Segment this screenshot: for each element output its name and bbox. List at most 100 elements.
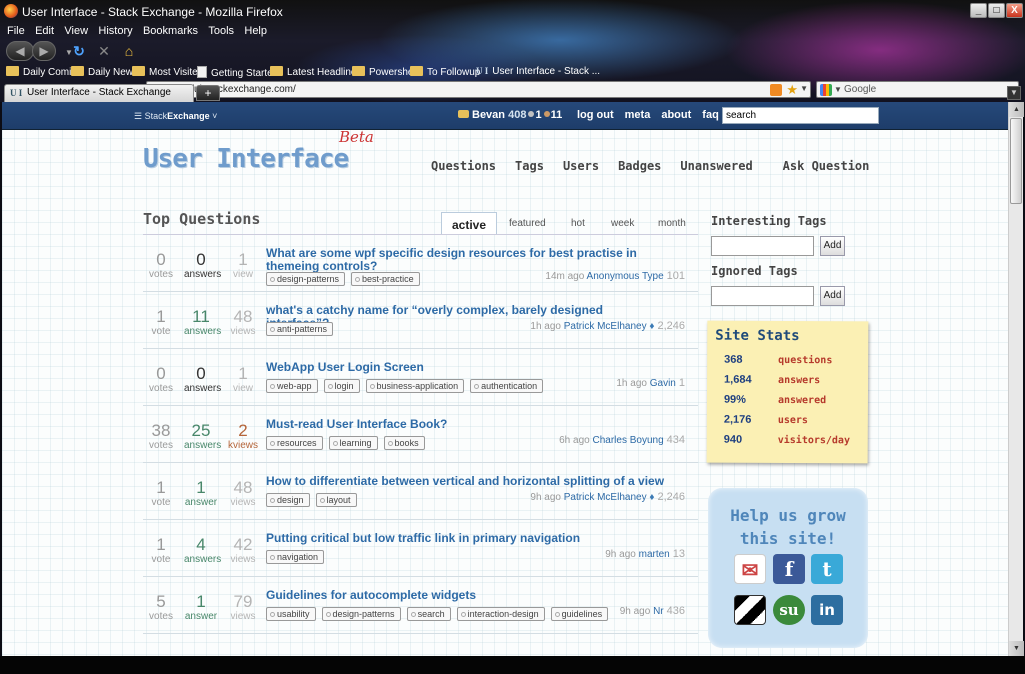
question-user[interactable]: Patrick McElhaney (564, 321, 647, 332)
tag[interactable]: navigation (266, 550, 325, 564)
home-icon[interactable]: ⌂ (120, 42, 138, 60)
stat-questions-link[interactable]: questions (778, 355, 832, 366)
back-button[interactable]: ◀ (6, 41, 34, 61)
tab-list-button[interactable]: ▼ (1007, 86, 1021, 100)
tab-user-interface[interactable]: U I User Interface - Stack Exchange (4, 84, 194, 102)
tab-hot[interactable]: hot (571, 212, 585, 234)
menu-help[interactable]: Help (244, 25, 267, 37)
menu-history[interactable]: History (98, 25, 132, 37)
tag[interactable]: usability (266, 607, 316, 621)
nav-tags[interactable]: Tags (515, 159, 544, 173)
tag[interactable]: design-patterns (266, 272, 346, 286)
bookmark-item[interactable]: U I User Interface - Stack ... (476, 66, 600, 77)
minimize-button[interactable]: _ (970, 3, 987, 18)
chevron-down-icon: ˅ (212, 111, 218, 121)
nav-badges[interactable]: Badges (618, 159, 661, 173)
question-title[interactable]: How to differentiate between vertical an… (266, 475, 666, 488)
scroll-thumb[interactable] (1010, 118, 1022, 204)
site-logo[interactable]: User Interface (143, 144, 349, 174)
stat-answers-link[interactable]: answers (778, 375, 820, 386)
page-content: ☰ StackExchange ˅ Bevan 408 1 11 log out me… (2, 102, 1008, 656)
question-user[interactable]: Patrick McElhaney (564, 492, 647, 503)
reload-icon[interactable]: ↻ (70, 42, 88, 60)
moderator-diamond-icon: ♦ (649, 321, 655, 332)
linkedin-icon[interactable]: in (811, 595, 843, 625)
tag[interactable]: login (323, 379, 360, 393)
scroll-down-icon[interactable]: ▼ (1009, 641, 1024, 656)
nav-users[interactable]: Users (563, 159, 599, 173)
nav-unanswered[interactable]: Unanswered (680, 159, 752, 173)
bookmark-item[interactable]: Latest Headlines (270, 66, 362, 78)
tag[interactable]: anti-patterns (266, 322, 334, 336)
tab-month[interactable]: month (658, 212, 686, 234)
question-user[interactable]: Anonymous Type (587, 271, 664, 282)
bookmark-item[interactable]: To Followup (410, 66, 480, 78)
logout-link[interactable]: log out (577, 109, 614, 121)
tag[interactable]: books (383, 436, 425, 450)
question-user[interactable]: marten (639, 549, 670, 560)
tag[interactable]: business-application (365, 379, 465, 393)
question-user[interactable]: Nr (653, 606, 664, 617)
ask-question-link[interactable]: Ask Question (783, 159, 870, 173)
question-title[interactable]: Putting critical but low traffic link in… (266, 532, 666, 545)
stat-visitors-link[interactable]: visitors/day (778, 435, 850, 446)
stackexchange-menu[interactable]: ☰ StackExchange ˅ (134, 111, 217, 122)
bookmark-item[interactable]: Getting Started (197, 66, 278, 79)
about-link[interactable]: about (661, 109, 691, 121)
inbox-icon[interactable] (458, 110, 469, 118)
twitter-icon[interactable]: t (811, 554, 843, 584)
question-title[interactable]: Must-read User Interface Book? (266, 418, 666, 431)
bookmark-item[interactable]: Daily News (71, 66, 138, 78)
question-user[interactable]: Charles Boyung (592, 435, 663, 446)
close-window-button[interactable]: X (1006, 3, 1023, 18)
question-tags: resources learning books (266, 435, 431, 450)
tab-active[interactable]: active (441, 212, 498, 235)
question-title[interactable]: Guidelines for autocomplete widgets (266, 589, 666, 602)
delicious-icon[interactable] (734, 595, 766, 625)
nav-questions[interactable]: Questions (431, 159, 496, 173)
menu-bookmarks[interactable]: Bookmarks (143, 25, 198, 37)
tag[interactable]: guidelines (550, 607, 609, 621)
tag[interactable]: layout (315, 493, 357, 507)
stop-icon[interactable]: ✕ (95, 42, 113, 60)
menu-view[interactable]: View (64, 25, 88, 37)
tag[interactable]: best-practice (351, 272, 420, 286)
tag[interactable]: resources (266, 436, 323, 450)
tag[interactable]: search (406, 607, 451, 621)
stat-users-link[interactable]: users (778, 415, 808, 426)
meta-link[interactable]: meta (625, 109, 651, 121)
menu-tools[interactable]: Tools (208, 25, 234, 37)
tag[interactable]: interaction-design (456, 607, 545, 621)
question-user[interactable]: Gavin (650, 378, 676, 389)
tag[interactable]: authentication (470, 379, 544, 393)
bookmark-item[interactable]: Powershell (352, 66, 418, 78)
tab-week[interactable]: week (611, 212, 634, 234)
facebook-icon[interactable]: f (773, 554, 805, 584)
tag[interactable]: design-patterns (321, 607, 401, 621)
tag[interactable]: design (266, 493, 310, 507)
stat-answered-link[interactable]: answered (778, 395, 826, 406)
forward-button[interactable]: ▶ (32, 41, 56, 61)
vertical-scrollbar[interactable]: ▲ ▼ (1008, 102, 1024, 656)
question-title[interactable]: WebApp User Login Screen (266, 361, 666, 374)
view-count: 1 view (232, 250, 253, 280)
menu-file[interactable]: File (7, 25, 25, 37)
bookmark-item[interactable]: Most Visited (132, 66, 203, 78)
username[interactable]: Bevan (472, 109, 505, 121)
tag[interactable]: learning (328, 436, 378, 450)
tag[interactable]: web-app (266, 379, 318, 393)
tab-featured[interactable]: featured (509, 212, 546, 234)
menu-edit[interactable]: Edit (35, 25, 54, 37)
ignored-tags-input[interactable] (711, 286, 814, 306)
add-ignored-tag-button[interactable]: Add (820, 286, 845, 306)
maximize-button[interactable]: □ (988, 3, 1005, 18)
faq-link[interactable]: faq (702, 109, 719, 121)
add-interesting-tag-button[interactable]: Add (820, 236, 845, 256)
scroll-up-icon[interactable]: ▲ (1009, 102, 1024, 117)
new-tab-button[interactable]: + (196, 85, 220, 101)
user-info[interactable]: Bevan 408 1 11 (458, 109, 562, 121)
site-search-input[interactable] (722, 107, 879, 124)
interesting-tags-input[interactable] (711, 236, 814, 256)
stumbleupon-icon[interactable]: su (773, 595, 805, 625)
email-share-icon[interactable]: ✉ (734, 554, 766, 584)
